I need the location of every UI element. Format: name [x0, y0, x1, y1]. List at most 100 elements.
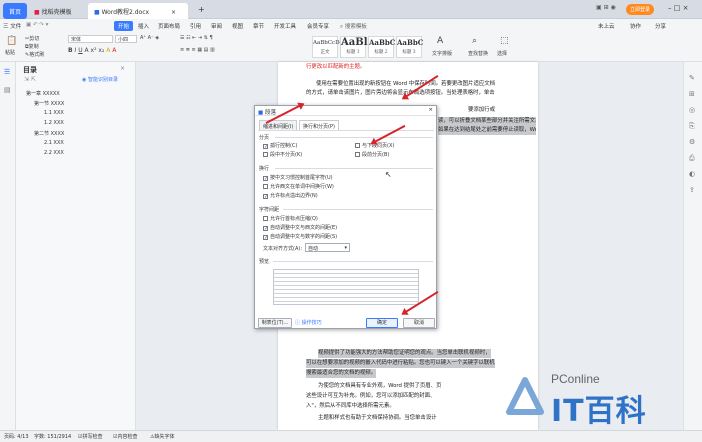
- list-icons[interactable]: ☰ ☷ ⇤ ⇥ ⇅ ¶: [180, 35, 213, 41]
- compress-punctuation-checkbox[interactable]: 允许行首标点压缩(Q): [263, 215, 318, 222]
- doc-line: 这些设计可互为补充。例如，您可以添加匹配的封面、: [306, 393, 436, 399]
- select-button[interactable]: 选择: [497, 50, 507, 57]
- toc-item[interactable]: 2.2 XXX: [44, 150, 64, 156]
- tab-document[interactable]: ■ Word教程2.docx ×: [88, 3, 188, 19]
- style-normal[interactable]: AaBbCcDd 正文: [312, 36, 343, 58]
- style-heading3[interactable]: AaBbC 标题 3: [396, 36, 423, 58]
- chevron-down-icon: ▾: [344, 245, 347, 251]
- new-tab-button[interactable]: +: [192, 3, 211, 19]
- tab-line-page-breaks[interactable]: 换行和分页(P): [299, 120, 339, 130]
- cut-button[interactable]: ✂剪切: [25, 35, 39, 42]
- toc-item[interactable]: 第一节 XXXX: [34, 100, 64, 107]
- text-align-select[interactable]: 自动 ▾: [305, 243, 350, 252]
- menu-home[interactable]: 开始: [114, 21, 134, 31]
- toc-item[interactable]: 1.1 XXX: [44, 110, 64, 116]
- find-replace-button[interactable]: 查找替换: [468, 50, 488, 57]
- mouse-cursor-icon: ↖: [385, 170, 392, 179]
- checkbox-label: 自动调整中文与西文的间距(E): [270, 225, 338, 231]
- login-button[interactable]: 立即登录: [626, 4, 655, 15]
- menu-review[interactable]: 审阅: [211, 22, 222, 30]
- text-align-value: 自动: [308, 246, 319, 252]
- close-icon[interactable]: ×: [171, 9, 176, 16]
- doc-line: 行更改以匹配新的主题。: [306, 64, 366, 70]
- checkbox-label: 允许标点溢出边界(N): [270, 193, 318, 199]
- tab-divider: [258, 130, 434, 131]
- pconline-logo-icon: [506, 377, 544, 415]
- font-size-buttons[interactable]: A⁺ A⁻ ◈: [140, 35, 159, 41]
- keep-lines-together-checkbox[interactable]: 段中不分页(K): [263, 151, 302, 158]
- font-size-select[interactable]: 小四: [115, 35, 137, 43]
- menu-insert[interactable]: 插入: [138, 22, 149, 30]
- file-menu[interactable]: 三 文件: [3, 22, 21, 30]
- dialog-title: 段落: [264, 110, 276, 116]
- toc-panel-icon[interactable]: ☰: [4, 68, 10, 76]
- left-icon-strip: ☰ ▤: [0, 62, 16, 430]
- text-format-icons[interactable]: B I U A x² x₂ A A: [68, 47, 116, 54]
- select-icon: ⬚: [500, 36, 509, 46]
- text-layout-button[interactable]: 文字排版: [432, 50, 452, 57]
- title-tab-bar: 首页 ■ 找稻壳模板 ■ Word教程2.docx × + ▣ ⊞ ◉ 立即登录…: [0, 0, 702, 19]
- tab-template-label: 找稻壳模板: [41, 9, 72, 16]
- menu-chapter[interactable]: 章节: [253, 22, 264, 30]
- tab-stops-button[interactable]: 制表位(T)...: [258, 318, 292, 328]
- hanging-punctuation-checkbox[interactable]: ✓ 允许标点溢出边界(N): [263, 192, 318, 200]
- style-normal-label: 正文: [320, 50, 330, 55]
- doc-line: 使用在需要位置出现的新按钮在 Word 中保存时间。若要更改图片适应文档: [316, 81, 496, 87]
- menu-view[interactable]: 视图: [232, 22, 243, 30]
- bookmark-icon[interactable]: ▤: [4, 86, 11, 94]
- checkbox-label: 按中文习惯控制首尾字符(U): [270, 175, 333, 181]
- watermark-brand: PConline: [551, 372, 600, 386]
- tab-template[interactable]: ■ 找稻壳模板: [28, 3, 78, 19]
- toc-close-icon[interactable]: ×: [120, 65, 125, 72]
- align-icons[interactable]: ≡ ≣ ≡ ▦ ▤ ▥: [180, 47, 215, 53]
- style-heading1-label: 标题 1: [346, 50, 360, 55]
- text-layout-icon: A: [437, 36, 444, 46]
- auto-space-latin-checkbox[interactable]: ✓ 自动调整中文与西文的间距(E): [263, 224, 338, 232]
- quick-access-icons[interactable]: ▣ ↶ ↷ ▾: [26, 22, 48, 28]
- format-painter-button[interactable]: ✎格式刷: [25, 51, 44, 58]
- toc-item[interactable]: 第二节 XXXX: [34, 130, 64, 137]
- paragraph-dialog: ■ 段落 × 缩进和间距(I) 换行和分页(P) 分页 ✓ 孤行控制(C) 与下段…: [254, 105, 437, 329]
- right-tool-icons[interactable]: ✎ ⊞ ◎ ⎘ ⚙ ⎙ ◐ ⇪: [689, 70, 695, 198]
- status-page[interactable]: 页码: 4/13: [4, 433, 29, 440]
- toc-item[interactable]: 第一章 XXXXX: [26, 90, 60, 97]
- menu-member[interactable]: 会员专享: [307, 22, 329, 30]
- widow-control-checkbox[interactable]: ✓ 孤行控制(C): [263, 142, 297, 150]
- cloud-status[interactable]: 未上云: [598, 22, 615, 30]
- copy-label: 复制: [28, 44, 39, 50]
- style-heading1[interactable]: AaBl 标题 1: [340, 36, 368, 58]
- style-heading1-sample: AaBl: [341, 37, 368, 48]
- menu-layout[interactable]: 页面布局: [158, 22, 180, 30]
- toc-item[interactable]: 1.2 XXX: [44, 120, 64, 126]
- smart-toc-button[interactable]: ◉ 智能识别目录: [82, 76, 118, 83]
- cancel-button[interactable]: 取消: [403, 318, 435, 328]
- toc-toolbar-icons[interactable]: ⇲ ⇱: [24, 76, 36, 83]
- window-controls[interactable]: – □ ×: [668, 4, 688, 12]
- share-button[interactable]: 分享: [655, 22, 666, 30]
- search-box[interactable]: ⌕ 搜索模板: [340, 22, 367, 31]
- paste-button[interactable]: 粘贴: [5, 49, 15, 56]
- chinese-rules-checkbox[interactable]: ✓ 按中文习惯控制首尾字符(U): [263, 174, 333, 182]
- style-heading2[interactable]: AaBbC 标题 2: [368, 36, 395, 58]
- toc-item[interactable]: 2.1 XXX: [44, 140, 64, 146]
- status-words[interactable]: 字数: 151/2914: [34, 433, 71, 440]
- paste-icon[interactable]: 📋: [6, 36, 17, 46]
- style-heading2-label: 标题 2: [374, 50, 388, 55]
- tab-home[interactable]: 首页: [3, 3, 28, 19]
- tips-link[interactable]: ⓘ 操作技巧: [295, 319, 322, 326]
- auto-space-number-checkbox[interactable]: ✓ 自动调整中文与数字的间距(S): [263, 233, 337, 241]
- menu-references[interactable]: 引用: [190, 22, 201, 30]
- dialog-close-icon[interactable]: ×: [428, 107, 433, 113]
- status-spell-check[interactable]: ☑拼写检查: [78, 433, 103, 440]
- checkmark-icon: ✓: [263, 194, 269, 200]
- ok-button[interactable]: 确定: [366, 318, 398, 328]
- status-content-check[interactable]: ☑内容检查: [113, 433, 138, 440]
- word-wrap-checkbox[interactable]: 允许西文在单词中间换行(W): [263, 183, 334, 190]
- menu-developer[interactable]: 开发工具: [274, 22, 296, 30]
- status-missing-font[interactable]: ⚠缺失字体: [150, 433, 175, 440]
- page-break-before-checkbox[interactable]: 段前分页(B): [355, 151, 389, 158]
- copy-button[interactable]: ⧉复制: [25, 43, 39, 50]
- toc-title: 目录: [23, 66, 37, 74]
- font-select[interactable]: 宋体: [68, 35, 113, 43]
- collaborate-button[interactable]: 协作: [630, 22, 641, 30]
